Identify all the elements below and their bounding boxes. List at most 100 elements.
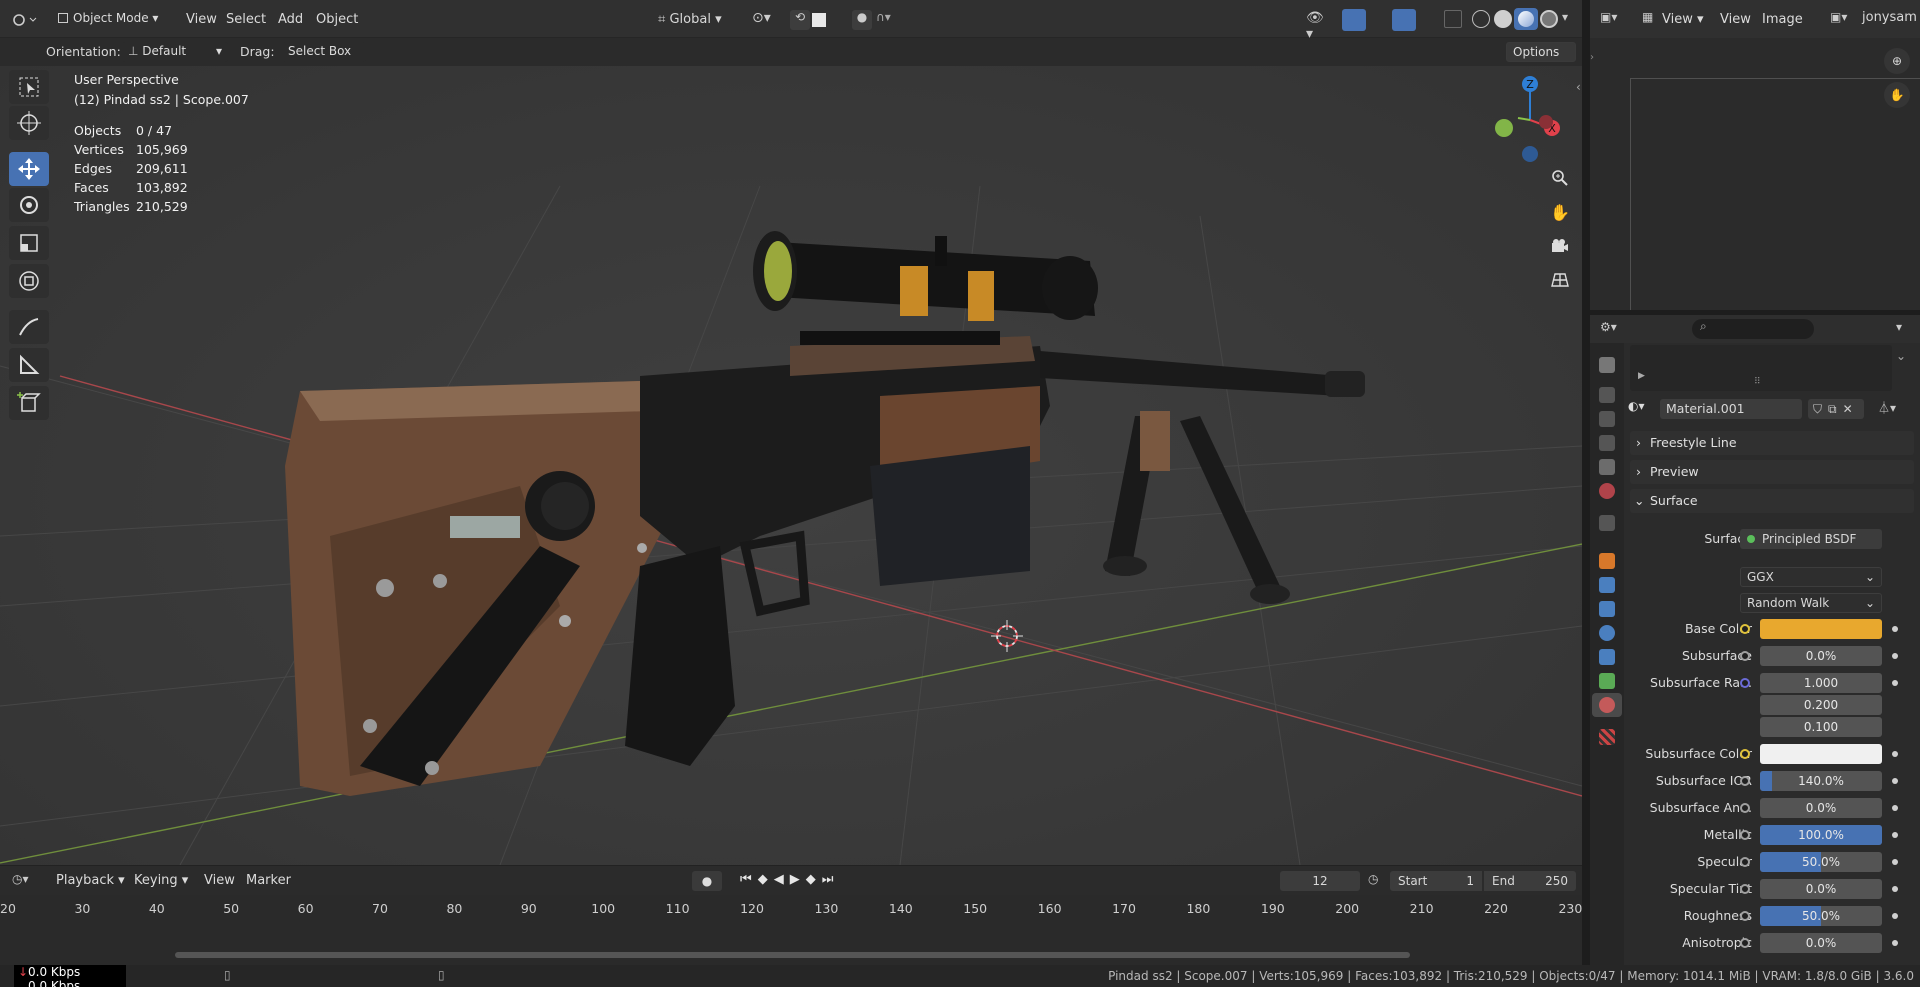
scale-tool[interactable] (9, 226, 49, 260)
keyframe-dot-icon[interactable] (1892, 680, 1898, 686)
socket-dot-icon[interactable] (1740, 651, 1750, 661)
view-mode-icon[interactable]: ▦ (1642, 10, 1653, 24)
image-menu-view-2[interactable]: View (1714, 10, 1757, 30)
image-menu-image[interactable]: Image (1756, 10, 1809, 30)
transform-orientation-dropdown[interactable]: ⌗ Global ▾ (658, 10, 744, 30)
socket-dot-icon[interactable] (1740, 884, 1750, 894)
socket-dot-icon[interactable] (1740, 938, 1750, 948)
material-link-icon[interactable]: ⏃▾ (1878, 399, 1896, 416)
property-field[interactable] (1760, 744, 1882, 764)
keyframe-dot-icon[interactable] (1892, 626, 1898, 632)
image-canvas[interactable] (1630, 78, 1920, 310)
socket-dot-icon[interactable] (1740, 678, 1750, 688)
keyframe-dot-icon[interactable] (1892, 859, 1898, 865)
shading-wireframe-icon[interactable] (1472, 10, 1490, 28)
property-field[interactable] (1760, 619, 1882, 639)
cursor-tool[interactable] (9, 106, 49, 140)
material-tab[interactable] (1592, 693, 1622, 717)
keyframe-dot-icon[interactable] (1892, 778, 1898, 784)
socket-dot-icon[interactable] (1740, 749, 1750, 759)
image-name[interactable]: jonysam (1862, 10, 1917, 25)
options-dropdown[interactable]: Options ▾ (1506, 42, 1576, 77)
keyframe-dot-icon[interactable] (1892, 886, 1898, 892)
overlay-toggle-icon[interactable] (1392, 9, 1416, 31)
zoom-icon[interactable]: ⊕ (1884, 48, 1910, 74)
proportional-edit-icon[interactable]: ● (852, 10, 872, 30)
property-field[interactable]: 0.200 (1760, 695, 1882, 715)
image-menu-view[interactable]: View ▾ (1656, 10, 1710, 30)
toolbar-toggle-icon[interactable]: › (1590, 38, 1596, 310)
keyframe-dot-icon[interactable] (1892, 832, 1898, 838)
shading-options-icon[interactable]: ▾ (1562, 10, 1576, 30)
visibility-icon[interactable]: 👁▾ (1306, 10, 1330, 42)
timeline-menu-keying[interactable]: Keying ▾ (128, 871, 194, 891)
stopwatch-icon[interactable]: ◷ (1368, 872, 1378, 886)
perspective-grid-icon[interactable] (1546, 266, 1574, 294)
falloff-icon[interactable]: ∩▾ (876, 10, 906, 30)
modifier-tab-icon[interactable] (1599, 577, 1615, 593)
start-frame-field[interactable]: Start 1 (1390, 871, 1482, 891)
panel-freestyle-line[interactable]: › Freestyle Line (1630, 431, 1914, 455)
end-frame-field[interactable]: End 250 (1484, 871, 1576, 891)
keyframe-dot-icon[interactable] (1892, 913, 1898, 919)
add-cube-tool[interactable] (9, 386, 49, 420)
select-box-tool[interactable] (9, 70, 49, 104)
mode-dropdown[interactable]: Object Mode ▾ (52, 9, 168, 29)
xray-icon[interactable] (1444, 10, 1462, 28)
pivot-icon[interactable]: ⊙▾ (752, 10, 778, 30)
socket-dot-icon[interactable] (1740, 857, 1750, 867)
navigation-gizmo[interactable]: Z X (1490, 68, 1560, 168)
constraints-tab-icon[interactable] (1599, 649, 1615, 665)
record-icon[interactable]: ● (692, 871, 722, 891)
chevron-down-icon[interactable]: ▾ (1896, 320, 1902, 334)
socket-dot-icon[interactable] (1740, 830, 1750, 840)
surface-shader-field[interactable]: Principled BSDF (1740, 529, 1882, 549)
socket-dot-icon[interactable] (1740, 803, 1750, 813)
socket-dot-icon[interactable] (1740, 776, 1750, 786)
zoom-icon[interactable] (1546, 164, 1574, 192)
image-browse-icon[interactable]: ▣▾ (1830, 10, 1847, 24)
property-field[interactable]: 50.0% (1760, 906, 1882, 926)
playback-controls[interactable]: ⏮◆◀▶◆⏭ (740, 872, 839, 887)
collection-tab-icon[interactable] (1599, 515, 1615, 531)
property-field[interactable]: 0.0% (1760, 879, 1882, 899)
material-slots-list[interactable]: ▶ ⠿ (1630, 345, 1892, 391)
properties-editor-icon[interactable]: ⚙▾ (1600, 320, 1617, 334)
sidebar-toggle-icon[interactable]: ‹ (1576, 80, 1581, 94)
keyframe-dot-icon[interactable] (1892, 805, 1898, 811)
timeline-menu-playback[interactable]: Playback ▾ (50, 871, 131, 891)
orientation-dropdown[interactable]: ⊥ Default ▾ (122, 42, 228, 62)
material-browse-icon[interactable]: ◐▾ (1628, 399, 1650, 419)
camera-icon[interactable] (1546, 232, 1574, 260)
scene-tab-icon[interactable] (1599, 459, 1615, 475)
search-input[interactable]: ⌕ (1692, 319, 1814, 339)
property-field[interactable]: 0.0% (1760, 646, 1882, 666)
keyframe-dot-icon[interactable] (1892, 940, 1898, 946)
image-editor-type-icon[interactable]: ▣▾ (1600, 10, 1617, 24)
3d-viewport[interactable]: User Perspective (12) Pindad ss2 | Scope… (0, 66, 1582, 865)
property-field[interactable]: 50.0% (1760, 852, 1882, 872)
keyframe-dot-icon[interactable] (1892, 653, 1898, 659)
socket-dot-icon[interactable] (1740, 911, 1750, 921)
editor-type-icon[interactable] (10, 10, 40, 30)
keyframe-dot-icon[interactable] (1892, 751, 1898, 757)
view-layer-tab-icon[interactable] (1599, 435, 1615, 451)
image-editor-area[interactable]: › ⊕ ✋ (1590, 38, 1920, 310)
world-tab-icon[interactable] (1599, 483, 1615, 499)
menu-add[interactable]: Add (272, 10, 309, 30)
timeline-menu-marker[interactable]: Marker (240, 871, 297, 891)
property-field[interactable]: 0.0% (1760, 933, 1882, 953)
measure-tool[interactable] (9, 348, 49, 382)
output-tab-icon[interactable] (1599, 411, 1615, 427)
clock-editor-icon[interactable]: ◷▾ (12, 872, 29, 886)
shading-rendered-icon[interactable] (1540, 10, 1558, 28)
timeline-ruler[interactable]: 20 30 40 50 60 70 80 90 100 110 120 130 140 150 160 170… (0, 895, 1582, 965)
panel-preview[interactable]: › Preview (1630, 460, 1914, 484)
drag-dropdown[interactable]: Select Box ▾ (282, 42, 366, 76)
socket-dot-icon[interactable] (1740, 624, 1750, 634)
snap-target-icon[interactable] (812, 13, 826, 27)
menu-object[interactable]: Object (310, 10, 364, 30)
particles-tab-icon[interactable] (1599, 601, 1615, 617)
distribution-dropdown[interactable]: GGX ⌄ (1740, 567, 1882, 587)
gizmo-toggle-icon[interactable] (1342, 9, 1366, 31)
